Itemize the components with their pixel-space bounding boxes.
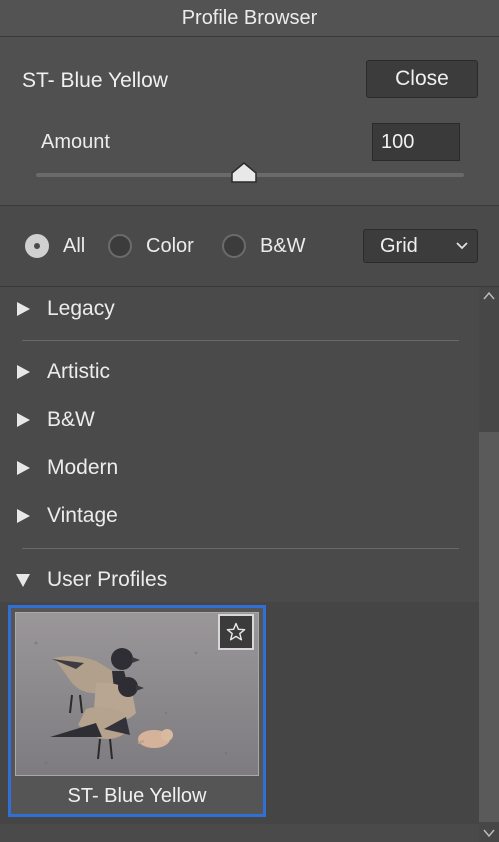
filter-color-radio[interactable]: Color xyxy=(108,234,194,258)
group-label: Artistic xyxy=(47,360,110,383)
profile-list: Legacy Artistic B&W Modern Vintage User … xyxy=(0,287,479,842)
group-bw[interactable]: B&W xyxy=(0,400,479,440)
filter-bw-radio[interactable]: B&W xyxy=(222,234,306,258)
profile-list-scrollbar[interactable] xyxy=(479,287,499,842)
group-label: B&W xyxy=(47,408,95,431)
filter-color-label: Color xyxy=(146,234,194,257)
triangle-right-icon xyxy=(17,302,30,316)
star-outline-icon xyxy=(226,622,246,641)
triangle-right-icon xyxy=(17,509,30,523)
group-label: User Profiles xyxy=(47,568,168,591)
chevron-down-icon xyxy=(456,242,468,250)
filter-all-radio[interactable]: All xyxy=(25,234,85,258)
current-profile-name: ST- Blue Yellow xyxy=(22,69,168,92)
group-label: Vintage xyxy=(47,504,118,527)
group-user-profiles[interactable]: User Profiles xyxy=(0,560,479,600)
panel-title: Profile Browser xyxy=(0,0,499,37)
group-modern[interactable]: Modern xyxy=(0,448,479,488)
filter-bar: All Color B&W Grid xyxy=(0,206,499,287)
amount-slider-thumb[interactable] xyxy=(230,161,258,183)
divider xyxy=(22,340,459,341)
amount-field[interactable]: 100 xyxy=(372,123,460,161)
profile-thumbnail-card[interactable]: ST- Blue Yellow xyxy=(8,605,266,817)
triangle-down-icon xyxy=(16,574,30,587)
favorite-star-button[interactable] xyxy=(218,614,254,650)
triangle-right-icon xyxy=(17,365,30,379)
profile-thumbnail-label: ST- Blue Yellow xyxy=(67,784,207,807)
scroll-down-arrow-icon[interactable] xyxy=(483,828,495,838)
profile-browser-panel: Profile Browser ST- Blue Yellow Close Am… xyxy=(0,0,499,842)
close-button[interactable]: Close xyxy=(366,60,478,98)
group-label: Modern xyxy=(47,456,119,479)
filter-all-label: All xyxy=(63,234,86,257)
scrollbar-thumb[interactable] xyxy=(479,432,499,822)
profile-header: ST- Blue Yellow Close Amount 100 xyxy=(0,37,499,206)
filter-bw-label: B&W xyxy=(260,234,306,257)
radio-checked-icon xyxy=(25,234,49,258)
scroll-up-arrow-icon[interactable] xyxy=(483,291,495,301)
group-artistic[interactable]: Artistic xyxy=(0,352,479,392)
radio-unchecked-icon xyxy=(222,234,246,258)
triangle-right-icon xyxy=(17,461,30,475)
group-legacy[interactable]: Legacy xyxy=(0,289,479,329)
view-mode-value: Grid xyxy=(380,234,418,257)
view-mode-select[interactable]: Grid xyxy=(363,229,478,263)
triangle-right-icon xyxy=(17,413,30,427)
radio-unchecked-icon xyxy=(108,234,132,258)
divider xyxy=(22,548,459,549)
group-vintage[interactable]: Vintage xyxy=(0,496,479,536)
amount-label: Amount xyxy=(41,131,110,153)
group-label: Legacy xyxy=(47,297,115,320)
user-profiles-grid: ST- Blue Yellow xyxy=(0,602,479,824)
